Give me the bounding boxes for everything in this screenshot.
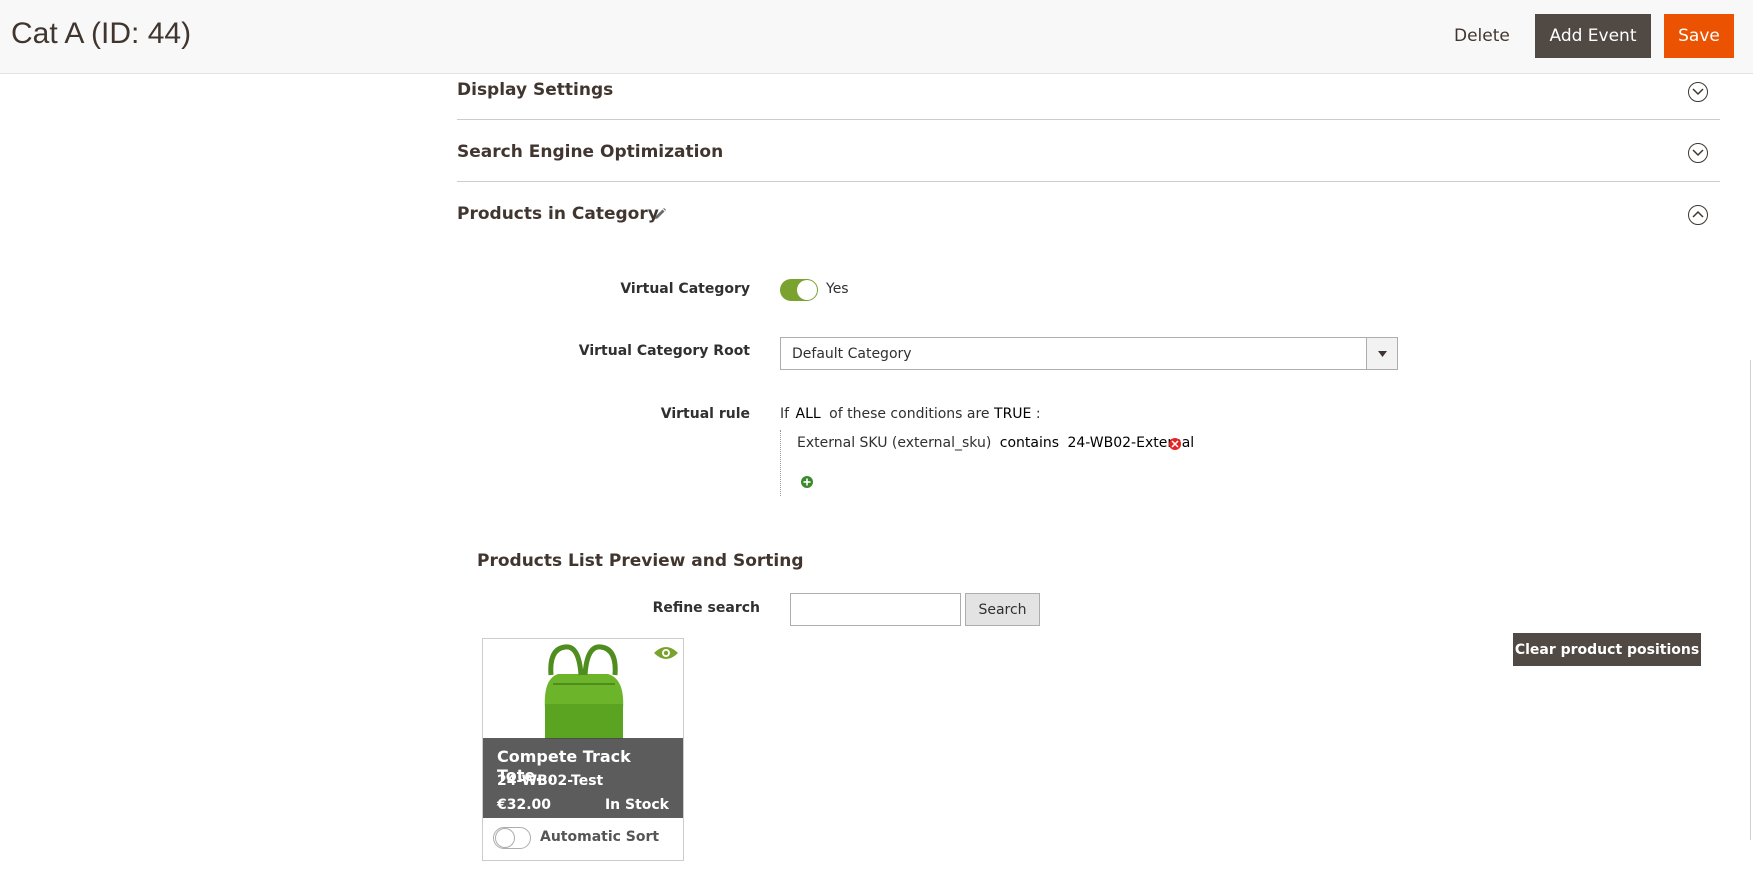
page-title: Cat A (ID: 44) bbox=[11, 17, 192, 50]
rule-suffix: : bbox=[1035, 406, 1041, 422]
product-card[interactable]: Compete Track Tote... 24-WB02-Test €32.0… bbox=[482, 638, 684, 861]
chevron-down-icon[interactable] bbox=[1688, 143, 1708, 163]
save-button[interactable]: Save bbox=[1664, 14, 1734, 58]
chevron-up-icon[interactable] bbox=[1688, 205, 1708, 225]
virtual-category-root-label: Virtual Category Root bbox=[578, 343, 750, 359]
section-seo[interactable]: Search Engine Optimization bbox=[457, 120, 1720, 182]
rule-value[interactable]: TRUE bbox=[994, 406, 1031, 422]
chevron-down-icon[interactable] bbox=[1688, 82, 1708, 102]
rule-prefix: If bbox=[780, 406, 790, 422]
product-sku: 24-WB02-Test bbox=[497, 773, 604, 789]
rule-tree-line bbox=[780, 430, 781, 496]
product-stock: In Stock bbox=[604, 797, 669, 813]
condition-operator[interactable]: contains bbox=[1000, 435, 1059, 451]
toggle-knob bbox=[797, 280, 817, 300]
virtual-rule-label: Virtual rule bbox=[660, 406, 750, 422]
automatic-sort-toggle[interactable] bbox=[493, 827, 531, 849]
delete-button[interactable]: Delete bbox=[1440, 14, 1524, 58]
page-header: Cat A (ID: 44) Delete Add Event Save bbox=[0, 0, 1753, 74]
section-title-products-in-category[interactable]: Products in Category bbox=[457, 204, 659, 224]
virtual-category-label: Virtual Category bbox=[620, 281, 750, 297]
virtual-category-root-select[interactable]: Default Category bbox=[780, 337, 1398, 370]
rule-middle: of these conditions are bbox=[829, 406, 990, 422]
rule-aggregator[interactable]: ALL bbox=[796, 406, 821, 422]
refine-search-input[interactable] bbox=[790, 593, 961, 626]
add-condition-icon[interactable] bbox=[801, 476, 813, 488]
clear-product-positions-button[interactable]: Clear product positions bbox=[1513, 633, 1701, 666]
section-title-display-settings[interactable]: Display Settings bbox=[457, 80, 613, 100]
rule-header: If ALL of these conditions are TRUE : bbox=[780, 406, 1041, 422]
virtual-category-toggle[interactable] bbox=[780, 279, 818, 301]
virtual-category-root-value: Default Category bbox=[792, 346, 912, 362]
preview-title: Products List Preview and Sorting bbox=[477, 551, 804, 571]
remove-condition-icon[interactable] bbox=[1169, 438, 1181, 450]
eye-icon[interactable] bbox=[653, 645, 679, 665]
pencil-icon bbox=[653, 206, 667, 225]
automatic-sort-label: Automatic Sort bbox=[540, 829, 660, 845]
section-products-in-category[interactable]: Products in Category bbox=[457, 182, 1720, 242]
caret-down-icon[interactable] bbox=[1366, 338, 1397, 369]
add-event-button[interactable]: Add Event bbox=[1535, 14, 1651, 58]
product-price: €32.00 bbox=[497, 797, 552, 813]
refine-search-label: Refine search bbox=[652, 600, 760, 616]
product-info-overlay: Compete Track Tote... 24-WB02-Test €32.0… bbox=[483, 738, 683, 818]
scrollbar-track[interactable] bbox=[1750, 360, 1751, 840]
rule-condition: External SKU (external_sku) contains 24-… bbox=[797, 435, 1194, 451]
virtual-category-value: Yes bbox=[826, 281, 849, 297]
toggle-knob bbox=[495, 828, 515, 848]
condition-attribute[interactable]: External SKU (external_sku) bbox=[797, 435, 991, 451]
section-title-seo[interactable]: Search Engine Optimization bbox=[457, 142, 723, 162]
section-display-settings[interactable]: Display Settings bbox=[457, 74, 1720, 120]
search-button[interactable]: Search bbox=[965, 593, 1040, 626]
